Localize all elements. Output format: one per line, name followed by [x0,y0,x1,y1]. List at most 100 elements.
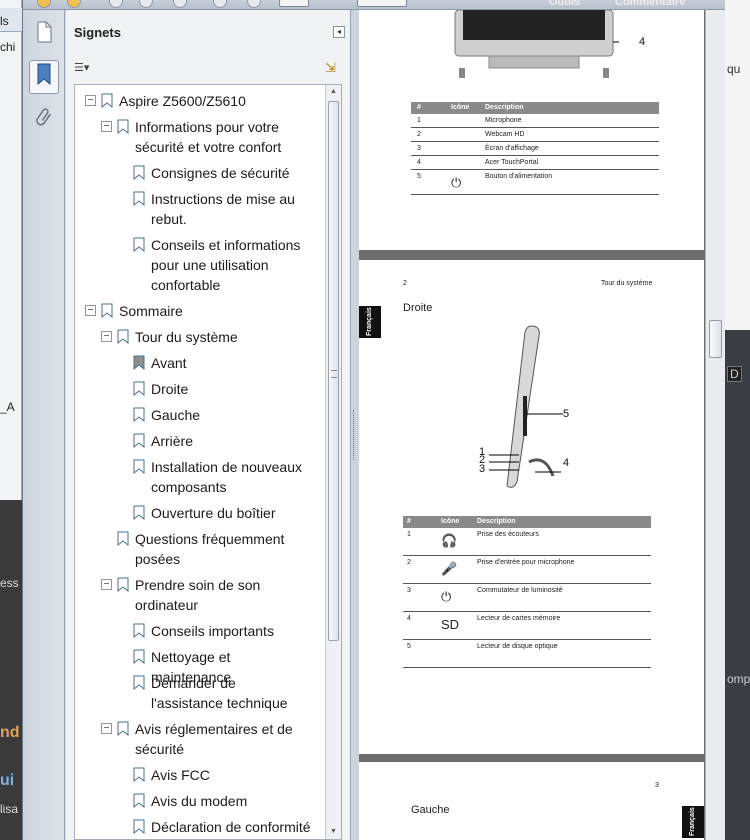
bookmark-item[interactable]: Consignes de sécurité [151,163,311,183]
table-cell: 3 [407,587,411,594]
bookmark-item[interactable]: Instructions de mise au rebut. [151,189,311,229]
bookmark-icon [133,649,145,664]
bookmark-item[interactable]: Demander de l'assistance technique [151,673,311,713]
table-header-cell: Icône [451,104,470,111]
bookmark-label: Instructions de mise au rebut. [151,191,295,227]
table-header-cell: Icône [441,518,460,525]
background-text: _A [0,400,15,414]
scrollbar-thumb[interactable] [328,101,339,641]
expand-bookmark-icon[interactable]: ⇲ [325,60,343,78]
table-cell: Écran d'affichage [485,145,539,152]
bookmark-icon [133,433,145,448]
print-icon[interactable] [139,0,153,8]
table-header-cell: Description [485,104,524,111]
table-cell: Acer TouchPortal [485,159,539,166]
bookmark-item[interactable]: Conseils importants [151,621,311,641]
table-cell: 5 [407,643,411,650]
bookmark-icon [133,355,145,370]
document-scrollbar[interactable] [705,10,725,840]
bookmark-item[interactable]: Prendre soin de son ordinateur [135,575,311,615]
acrobat-window: Outils Commentaire Signets ◂ ☰▾ ⇲ ▲ ▼ − … [22,0,725,840]
collapse-toggle-icon[interactable]: − [101,121,112,132]
bookmark-item[interactable]: Aspire Z5600/Z5610 [119,91,311,111]
bookmark-label: Questions fréquemment posées [135,531,285,567]
bookmark-item[interactable]: Gauche [151,405,311,425]
collapse-toggle-icon[interactable]: − [101,723,112,734]
bookmark-icon [117,329,129,344]
table-row: 2 🎤 Prise d'entrée pour microphone [403,557,651,584]
background-panel [724,0,750,330]
page-number-input[interactable] [279,0,309,7]
collapse-toggle-icon[interactable]: − [85,95,96,106]
bookmark-item[interactable]: Avis du modem [151,791,311,811]
collapse-toggle-icon[interactable]: − [101,331,112,342]
save-icon[interactable] [109,0,123,8]
background-window-right: qu D omp [724,0,750,840]
bookmark-item[interactable]: Déclaration de conformité [151,817,311,837]
folder-icon[interactable] [37,0,51,8]
monitor-illustration [454,10,619,78]
table-header-cell: Description [477,518,516,525]
background-text: lisa [0,802,19,816]
scroll-down-icon[interactable]: ▼ [326,825,341,839]
section-title: Gauche [411,804,450,816]
background-text: chi [0,40,16,54]
bookmark-label: Sommaire [119,303,183,319]
table-cell: 4 [407,615,411,622]
bookmark-label: Arrière [151,433,194,449]
bookmark-item[interactable]: Informations pour votre sécurité et votr… [135,117,311,157]
panel-splitter[interactable] [351,10,359,840]
share-icon[interactable] [67,0,81,8]
bookmark-item[interactable]: Questions fréquemment posées [135,529,311,569]
next-page-icon[interactable] [247,0,261,8]
tools-button[interactable]: Outils [549,0,580,8]
bookmark-icon [117,119,129,134]
bookmark-item[interactable]: Installation de nouveaux composants [151,457,311,497]
options-menu-button[interactable]: ☰▾ [74,61,100,77]
zoom-input[interactable] [357,0,407,7]
bookmark-item[interactable]: Arrière [151,431,311,451]
bookmark-item[interactable]: Avis FCC [151,765,311,785]
bookmark-label: Installation de nouveaux composants [151,459,302,495]
table-cell: 5 [417,173,421,180]
bookmark-item[interactable]: Droite [151,379,311,399]
language-tab: Français [359,306,381,338]
bookmark-item[interactable]: Tour du système [135,327,311,347]
collapse-toggle-icon[interactable]: − [85,305,96,316]
scroll-up-icon[interactable]: ▲ [326,85,341,99]
comment-button[interactable]: Commentaire [615,0,685,8]
pages-button[interactable] [29,18,59,52]
bookmark-label: Demander de l'assistance technique [151,675,288,711]
bookmark-item[interactable]: Ouverture du boîtier [151,503,311,523]
bookmark-item[interactable]: Sommaire [119,301,311,321]
grip-icon [331,370,337,378]
email-icon[interactable] [173,0,187,8]
page-number: 2 [403,280,407,287]
background-window-left: ls chi _A ess nd ui lisa [0,0,22,840]
page-2: 2 Tour du système Français Droite 5 1 2 … [359,260,704,754]
bookmarks-button[interactable] [29,60,59,94]
bookmark-label: Avant [151,355,187,371]
background-text: nd [0,724,20,741]
table-cell: 1 [417,117,421,124]
attachments-button[interactable] [29,104,59,138]
collapse-panel-button[interactable]: ◂ [333,26,345,38]
table-icon-cell: ⏻ [451,175,462,190]
bookmark-scrollbar[interactable]: ▲ ▼ [325,85,341,839]
background-text: ui [0,772,15,789]
bookmark-item[interactable]: Avant [151,353,311,373]
bookmark-item[interactable]: Avis réglementaires et de sécurité [135,719,311,759]
bookmark-label: Déclaration de conformité [151,819,311,835]
collapse-toggle-icon[interactable]: − [101,579,112,590]
panel-title: Signets [74,25,121,40]
language-tab: Français [682,806,704,838]
bookmark-label: Prendre soin de son ordinateur [135,577,261,613]
table-icon-cell: ⏻ [441,589,452,604]
chapter-title: Tour du système [601,280,653,287]
bookmark-label: Avis réglementaires et de sécurité [135,721,293,757]
bookmark-icon [36,62,52,92]
bookmark-item[interactable]: Conseils et informations pour une utilis… [151,235,311,295]
previous-page-icon[interactable] [213,0,227,8]
scrollbar-thumb[interactable] [709,320,722,358]
page-number: 3 [655,782,659,789]
